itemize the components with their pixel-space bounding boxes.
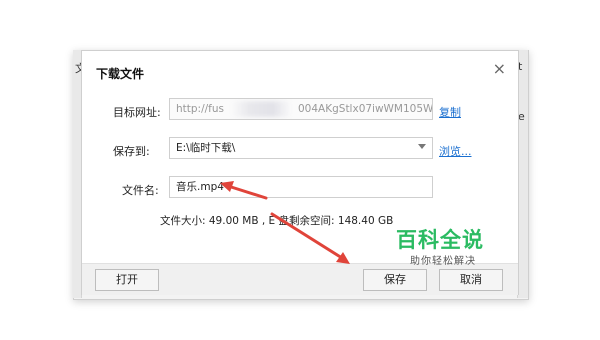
arrow-to-filename <box>220 181 268 200</box>
arrow-to-save-button <box>270 212 350 264</box>
annotation-arrows <box>220 181 350 264</box>
watermark-subtitle: 助你轻松解决 <box>410 256 476 267</box>
watermark-title: 百科全说 <box>396 228 484 252</box>
